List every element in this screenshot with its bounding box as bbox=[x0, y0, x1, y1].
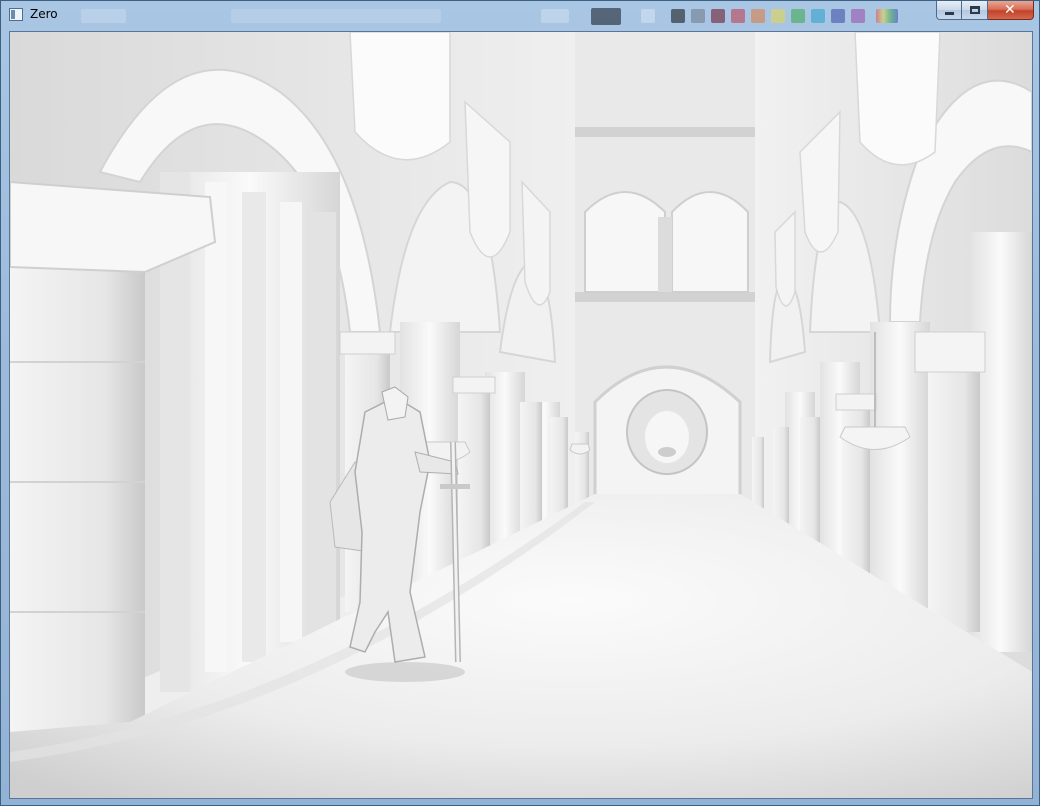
maximize-button[interactable] bbox=[962, 1, 988, 20]
minimize-icon bbox=[945, 12, 954, 15]
maximize-icon bbox=[970, 6, 980, 14]
background-window-ghost bbox=[71, 5, 931, 26]
close-button[interactable]: ✕ bbox=[988, 1, 1034, 20]
title-bar[interactable]: Zero ✕ bbox=[1, 1, 1039, 30]
minimize-button[interactable] bbox=[936, 1, 962, 20]
close-icon: ✕ bbox=[1004, 2, 1016, 18]
render-viewport[interactable] bbox=[9, 31, 1033, 799]
sponza-hall-render bbox=[10, 32, 1032, 798]
app-window-icon[interactable] bbox=[9, 8, 23, 21]
window-title: Zero bbox=[30, 7, 58, 21]
caption-buttons: ✕ bbox=[936, 1, 1034, 21]
application-window: Zero ✕ bbox=[0, 0, 1040, 806]
